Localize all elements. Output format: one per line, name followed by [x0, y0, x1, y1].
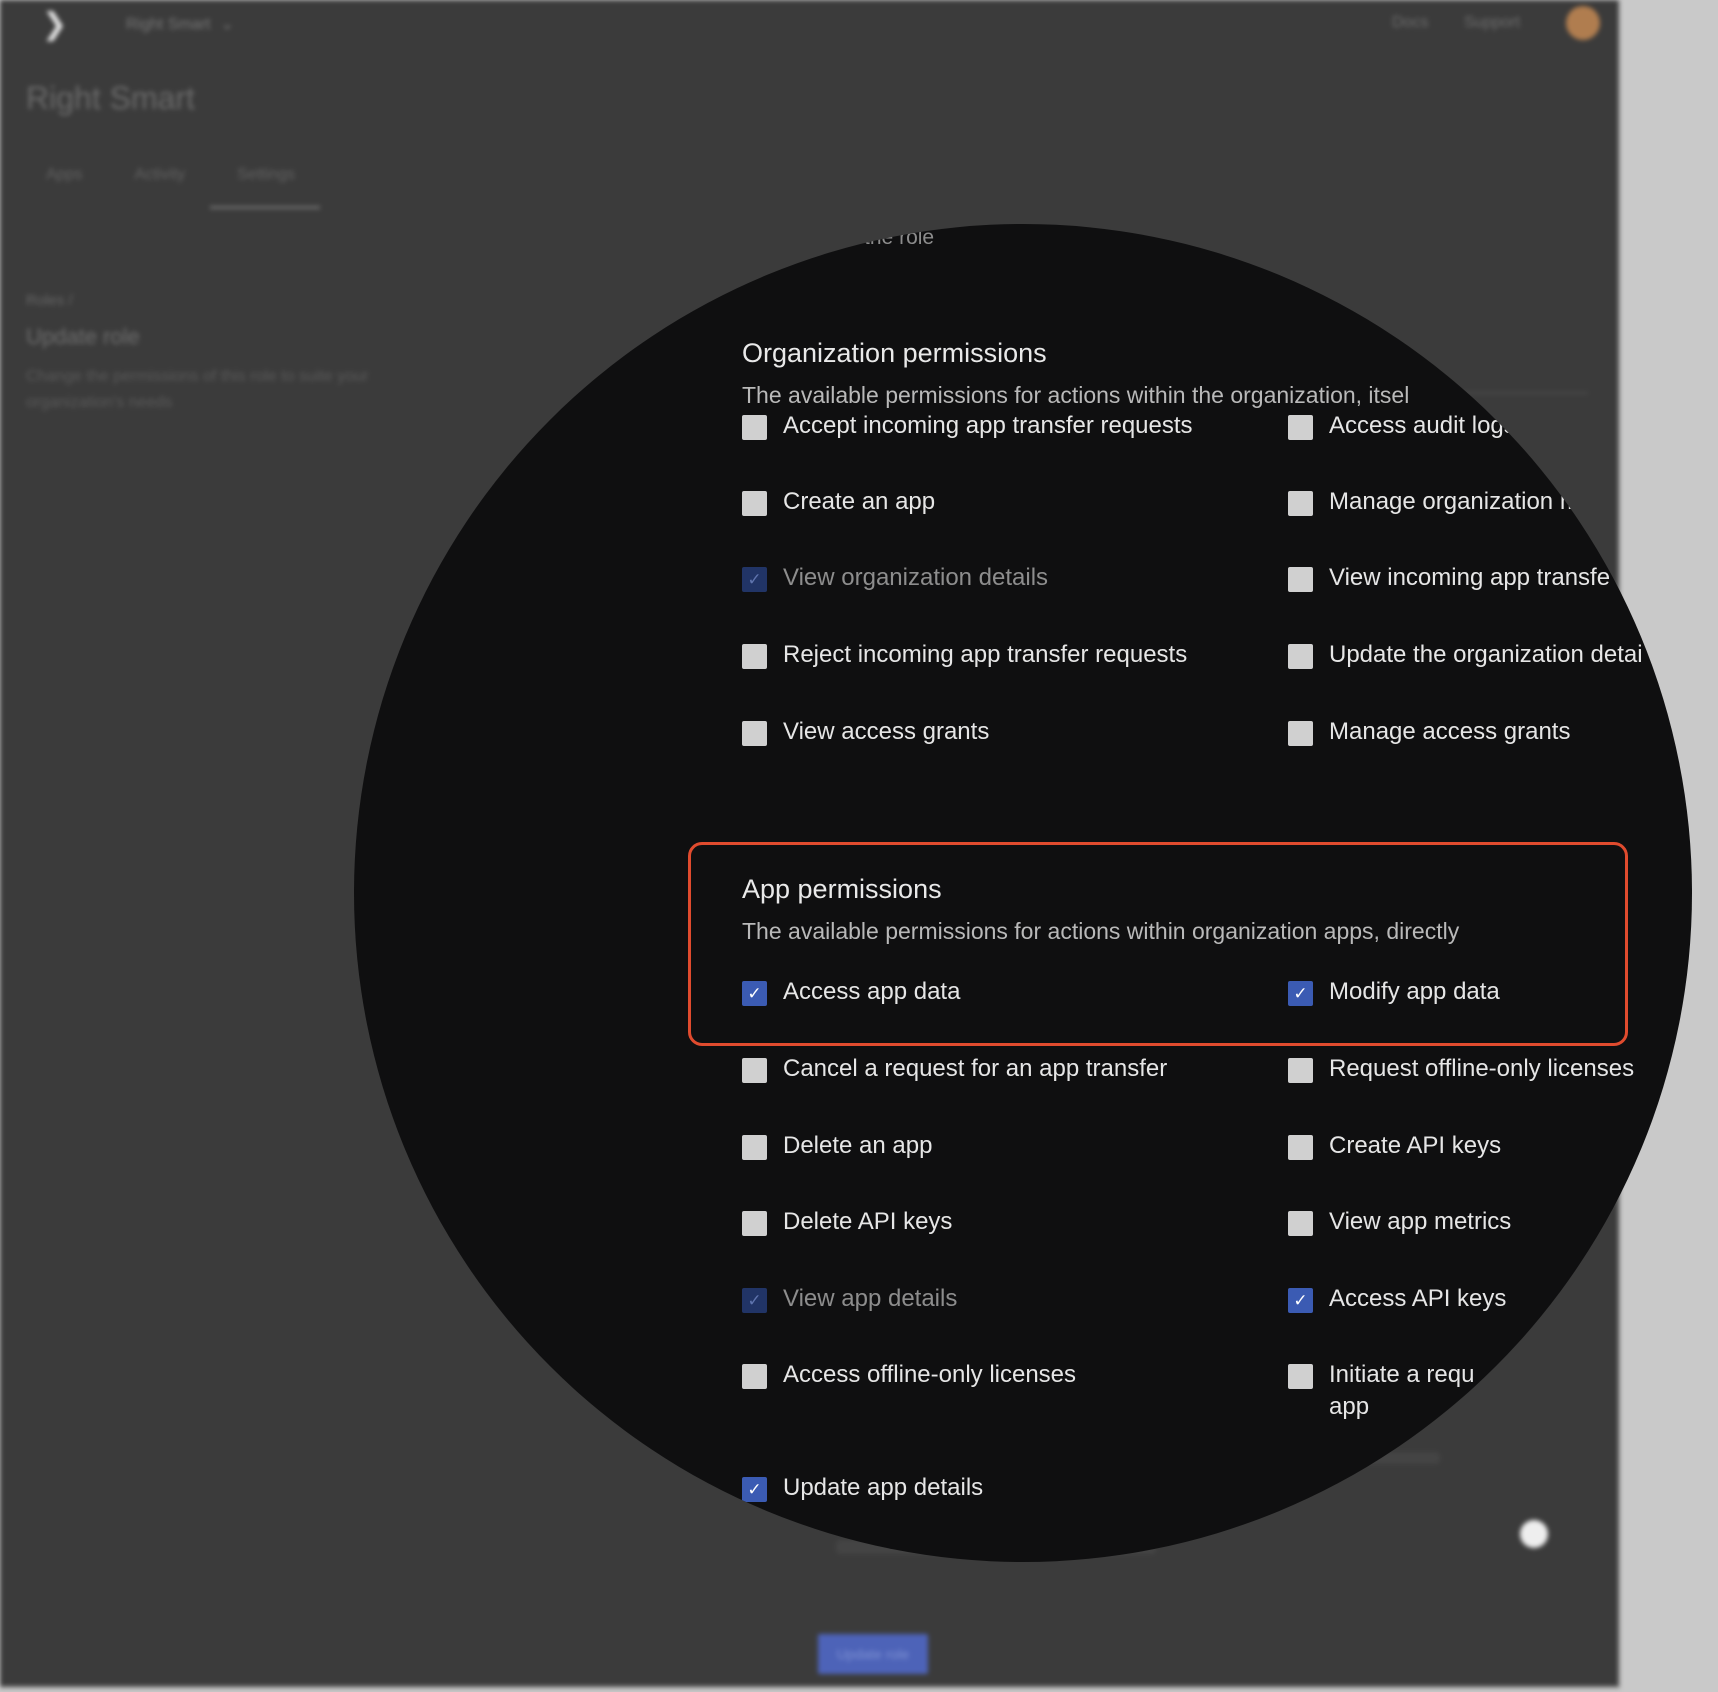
checkbox-label: Access app data [783, 978, 961, 1005]
app-permission-checkbox-row[interactable]: ✓ Modify app data [1288, 976, 1500, 1008]
checkbox-label: Delete an app [783, 1132, 933, 1159]
checkbox-label: Delete API keys [783, 1208, 953, 1235]
app-permission-checkbox-row[interactable]: Initiate a requ app [1288, 1359, 1499, 1423]
magnifier-lens: y name of the role Organization permissi… [354, 224, 1692, 1562]
checkbox-label: View app metrics [1329, 1208, 1512, 1235]
checkbox-label: Manage access grants [1329, 718, 1571, 745]
nav-docs-link[interactable]: Docs [1392, 14, 1428, 32]
checkbox-icon[interactable] [1288, 1211, 1313, 1236]
tab-settings[interactable]: Settings [237, 166, 295, 184]
app-permission-checkbox-row[interactable]: Delete an app [742, 1130, 932, 1162]
org-permission-checkbox-row[interactable]: Accept incoming app transfer requests [742, 410, 1193, 442]
checkbox-label: View organization details [783, 564, 1049, 591]
app-permission-checkbox-row[interactable]: ✓ Update app details [742, 1472, 983, 1504]
checkbox-checked-icon: ✓ [742, 1288, 767, 1313]
app-permissions-title: App permissions [742, 874, 942, 904]
app-permission-checkbox-row[interactable]: Cancel a request for an app transfer [742, 1053, 1167, 1085]
checkbox-icon[interactable] [742, 1058, 767, 1083]
role-name-hint: y name of the role [766, 226, 935, 249]
org-switcher-label: Right Smart [126, 16, 211, 33]
user-avatar[interactable] [1566, 6, 1600, 40]
breadcrumb[interactable]: Roles / [26, 292, 73, 309]
section-title: Update role [26, 324, 140, 349]
app-permissions-description: The available permissions for actions wi… [742, 918, 1460, 944]
checkbox-checked-icon[interactable]: ✓ [742, 981, 767, 1006]
tab-bar: Apps Activity Settings [46, 166, 295, 184]
tab-activity[interactable]: Activity [134, 166, 185, 184]
checkbox-label: Access API keys [1329, 1285, 1507, 1312]
page-title: Right Smart [26, 80, 195, 116]
app-permission-checkbox-row[interactable]: Delete API keys [742, 1206, 952, 1238]
checkbox-icon[interactable] [1288, 1364, 1313, 1389]
checkbox-label: Update the organization detai [1329, 641, 1643, 668]
checkbox-label: Request offline-only licenses [1329, 1055, 1635, 1082]
checkbox-label: View access grants [783, 718, 990, 745]
checkbox-label: View incoming app transfe [1329, 564, 1611, 591]
checkbox-checked-icon: ✓ [742, 567, 767, 592]
checkbox-icon[interactable] [1288, 1058, 1313, 1083]
org-permission-checkbox-row[interactable]: View access grants [742, 716, 989, 748]
org-permission-checkbox-row[interactable]: Reject incoming app transfer requests [742, 639, 1187, 671]
nav-support-link[interactable]: Support [1464, 14, 1520, 32]
checkbox-label: Create an app [783, 488, 936, 515]
checkbox-label: Manage organization m [1329, 488, 1580, 515]
org-permission-checkbox-row[interactable]: Manage organization m [1288, 486, 1580, 518]
org-permissions-title: Organization permissions [742, 338, 1047, 368]
checkbox-icon[interactable] [742, 1135, 767, 1160]
checkbox-icon[interactable] [742, 415, 767, 440]
checkbox-icon[interactable] [1288, 644, 1313, 669]
checkbox-icon[interactable] [742, 1211, 767, 1236]
app-permission-checkbox-row[interactable]: Access offline-only licenses [742, 1359, 1076, 1391]
org-switcher[interactable]: Right Smart ⌄ [126, 14, 234, 34]
app-permission-checkbox-row[interactable]: View app metrics [1288, 1206, 1511, 1238]
app-permission-checkbox-row: ✓ View app details [742, 1283, 957, 1315]
checkbox-label: View app details [783, 1285, 958, 1312]
checkbox-checked-icon[interactable]: ✓ [742, 1477, 767, 1502]
org-permission-checkbox-row[interactable]: Update the organization detai [1288, 639, 1643, 671]
checkbox-checked-icon[interactable]: ✓ [1288, 1288, 1313, 1313]
checkbox-icon[interactable] [1288, 567, 1313, 592]
checkbox-label: Update app details [783, 1474, 984, 1501]
checkbox-label: Reject incoming app transfer requests [783, 641, 1188, 668]
magnified-permissions-panel: y name of the role Organization permissi… [354, 224, 1692, 1562]
checkbox-icon[interactable] [1288, 415, 1313, 440]
org-permissions-description: The available permissions for actions wi… [742, 382, 1410, 408]
checkbox-label: Modify app data [1329, 978, 1500, 1005]
org-permission-checkbox-row[interactable]: Manage access grants [1288, 716, 1570, 748]
tab-apps[interactable]: Apps [46, 166, 82, 184]
checkbox-checked-icon[interactable]: ✓ [1288, 981, 1313, 1006]
checkbox-icon[interactable] [742, 721, 767, 746]
checkbox-icon[interactable] [742, 644, 767, 669]
checkbox-icon[interactable] [742, 491, 767, 516]
app-permission-checkbox-row[interactable]: ✓ Access app data [742, 976, 960, 1008]
app-permission-checkbox-row[interactable]: ✓ Access API keys [1288, 1283, 1506, 1315]
checkbox-label: Accept incoming app transfer requests [783, 412, 1193, 439]
checkbox-icon[interactable] [1288, 1135, 1313, 1160]
app-permission-checkbox-row[interactable]: Create API keys [1288, 1130, 1501, 1162]
org-permission-checkbox-row[interactable]: Access audit logs [1288, 410, 1516, 442]
checkbox-label: Cancel a request for an app transfer [783, 1055, 1168, 1082]
checkbox-icon[interactable] [742, 1364, 767, 1389]
chevron-down-icon: ⌄ [220, 16, 234, 33]
checkbox-label: Access offline-only licenses [783, 1361, 1077, 1388]
update-role-button[interactable]: Update role [818, 1634, 928, 1674]
app-permission-checkbox-row[interactable]: Request offline-only licenses [1288, 1053, 1634, 1085]
checkbox-label: Create API keys [1329, 1132, 1502, 1159]
active-tab-indicator [210, 206, 320, 209]
checkbox-icon[interactable] [1288, 721, 1313, 746]
org-permission-checkbox-row: ✓ View organization details [742, 562, 1048, 594]
checkbox-label: Access audit logs [1329, 412, 1516, 439]
app-logo-icon[interactable]: ❯ [42, 10, 72, 40]
checkbox-label: Initiate a requ app [1329, 1361, 1475, 1420]
checkbox-icon[interactable] [1288, 491, 1313, 516]
org-permission-checkbox-row[interactable]: Create an app [742, 486, 935, 518]
org-permission-checkbox-row[interactable]: View incoming app transfe [1288, 562, 1610, 594]
